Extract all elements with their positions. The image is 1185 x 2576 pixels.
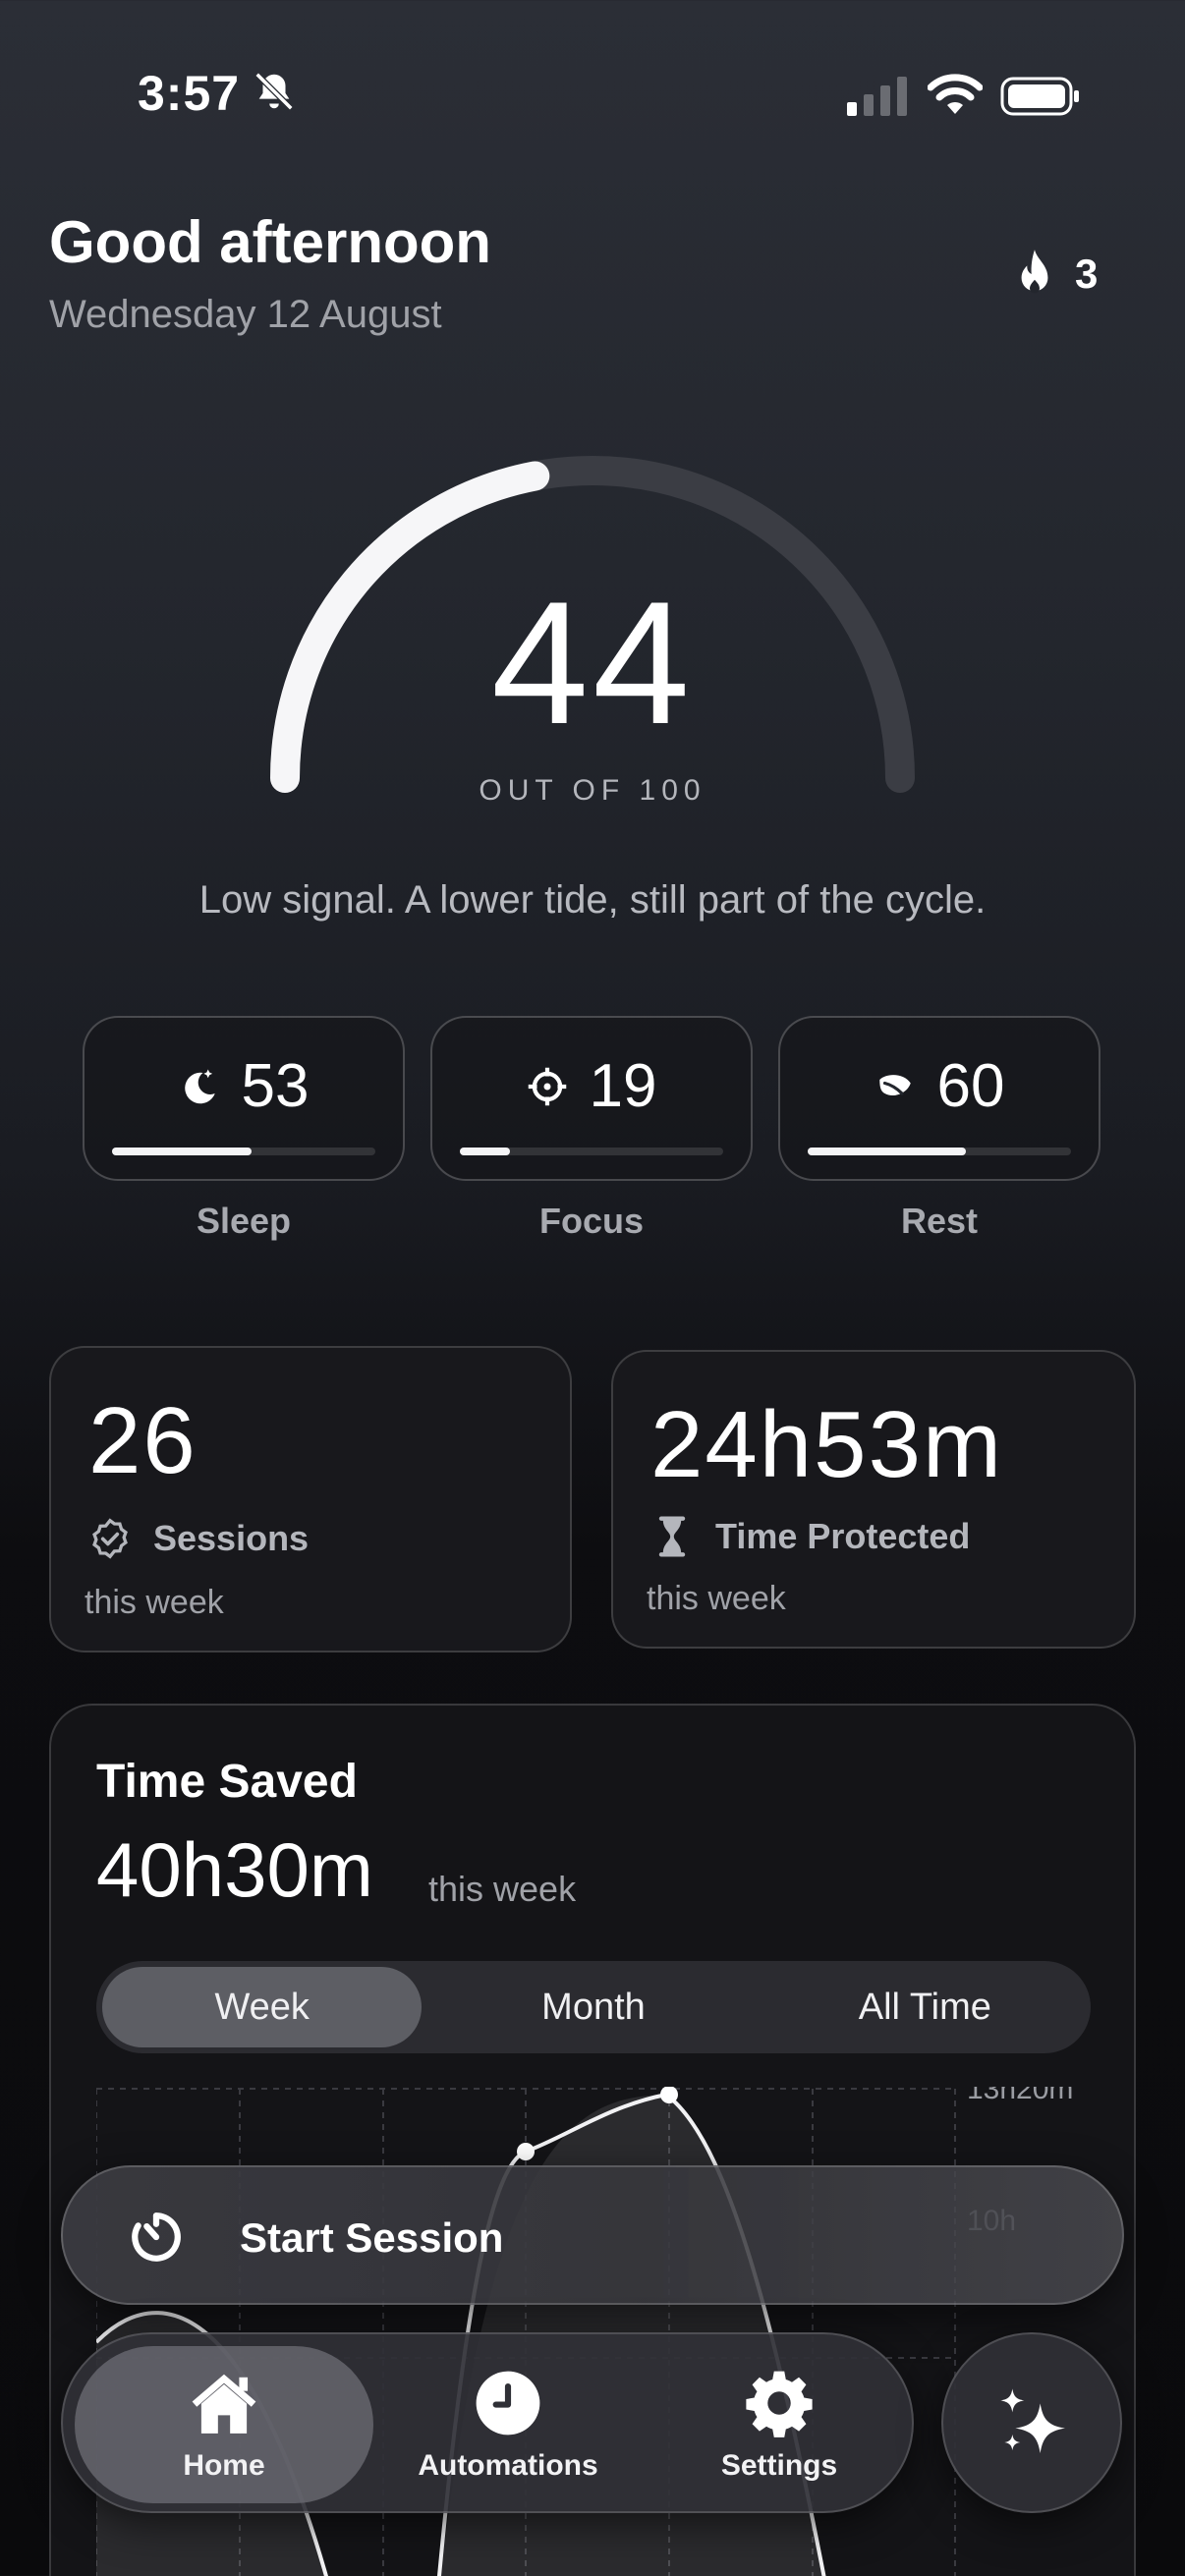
badge-check-icon bbox=[92, 1518, 128, 1559]
tab-home[interactable]: Home bbox=[75, 2346, 373, 2503]
bell-slash-icon bbox=[254, 72, 294, 111]
gear-icon bbox=[746, 2371, 813, 2437]
metric-progress-fill bbox=[808, 1148, 966, 1155]
score-max-label: OUT OF 100 bbox=[479, 774, 706, 807]
status-time: 3:57 bbox=[138, 66, 241, 121]
time-protected-label: Time Protected bbox=[715, 1516, 971, 1556]
period-segmented-control: Week Month All Time bbox=[96, 1961, 1091, 2053]
time-protected-period: this week bbox=[647, 1580, 786, 1617]
sessions-period: this week bbox=[85, 1584, 224, 1621]
start-session-button[interactable]: Start Session bbox=[61, 2165, 1124, 2305]
sessions-card[interactable]: 26 Sessions this week bbox=[49, 1346, 572, 1652]
home-icon bbox=[192, 2374, 256, 2434]
metric-label-sleep: Sleep bbox=[196, 1201, 292, 1241]
sessions-value: 26 bbox=[88, 1388, 198, 1493]
score-value: 44 bbox=[491, 565, 694, 760]
tab-month[interactable]: Month bbox=[433, 1967, 753, 2047]
tab-automations-label: Automations bbox=[418, 2449, 598, 2482]
metric-value: 53 bbox=[241, 1052, 310, 1120]
start-session-label: Start Session bbox=[240, 2214, 504, 2261]
streak-count: 3 bbox=[1075, 251, 1099, 297]
date-label: Wednesday 12 August bbox=[49, 293, 442, 336]
score-tagline: Low signal. A lower tide, still part of … bbox=[198, 878, 987, 922]
wifi-icon bbox=[928, 74, 983, 114]
streak-badge[interactable]: 3 bbox=[1012, 248, 1098, 301]
sparkles-icon bbox=[1000, 2388, 1065, 2453]
bottom-tab-bar: Home Automations Settings bbox=[61, 2332, 914, 2513]
time-saved-value: 40h30m bbox=[96, 1826, 373, 1913]
ai-assistant-button[interactable] bbox=[941, 2332, 1122, 2513]
metric-focus[interactable]: 19 bbox=[430, 1016, 753, 1181]
tab-automations[interactable]: Automations bbox=[379, 2346, 637, 2503]
metric-progress-track bbox=[808, 1148, 1071, 1155]
hourglass-icon bbox=[658, 1516, 686, 1557]
chart-point bbox=[517, 2143, 535, 2160]
y-tick-label: 13h20m bbox=[967, 2087, 1073, 2105]
metric-progress-track bbox=[112, 1148, 375, 1155]
metric-progress-track bbox=[460, 1148, 723, 1155]
crosshair-icon bbox=[528, 1067, 566, 1105]
clock-icon bbox=[476, 2371, 540, 2436]
tab-home-label: Home bbox=[183, 2449, 265, 2482]
time-protected-value: 24h53m bbox=[650, 1392, 1003, 1497]
battery-icon bbox=[1000, 77, 1079, 116]
sessions-label: Sessions bbox=[153, 1518, 310, 1558]
metric-sleep[interactable]: 53 bbox=[83, 1016, 405, 1181]
metric-rest[interactable]: 60 bbox=[778, 1016, 1100, 1181]
leaf-icon bbox=[878, 1074, 911, 1095]
metric-value: 60 bbox=[936, 1052, 1005, 1120]
flame-icon bbox=[1021, 250, 1048, 294]
moon-icon bbox=[184, 1069, 215, 1103]
time-saved-period: this week bbox=[428, 1869, 577, 1909]
tab-settings-label: Settings bbox=[720, 2449, 838, 2482]
time-saved-title: Time Saved bbox=[96, 1756, 358, 1808]
tab-settings[interactable]: Settings bbox=[656, 2346, 902, 2503]
cellular-signal-icon bbox=[847, 77, 907, 116]
timer-icon bbox=[132, 2212, 181, 2262]
metric-label-rest: Rest bbox=[900, 1201, 979, 1241]
tab-all-time[interactable]: All Time bbox=[765, 1967, 1085, 2047]
tab-week[interactable]: Week bbox=[102, 1967, 423, 2047]
metric-progress-fill bbox=[460, 1148, 510, 1155]
metric-label-focus: Focus bbox=[538, 1201, 644, 1241]
metric-value: 19 bbox=[589, 1052, 657, 1120]
greeting-title: Good afternoon bbox=[49, 209, 491, 275]
metric-progress-fill bbox=[112, 1148, 253, 1155]
time-protected-card[interactable]: 24h53m Time Protected this week bbox=[611, 1350, 1136, 1649]
